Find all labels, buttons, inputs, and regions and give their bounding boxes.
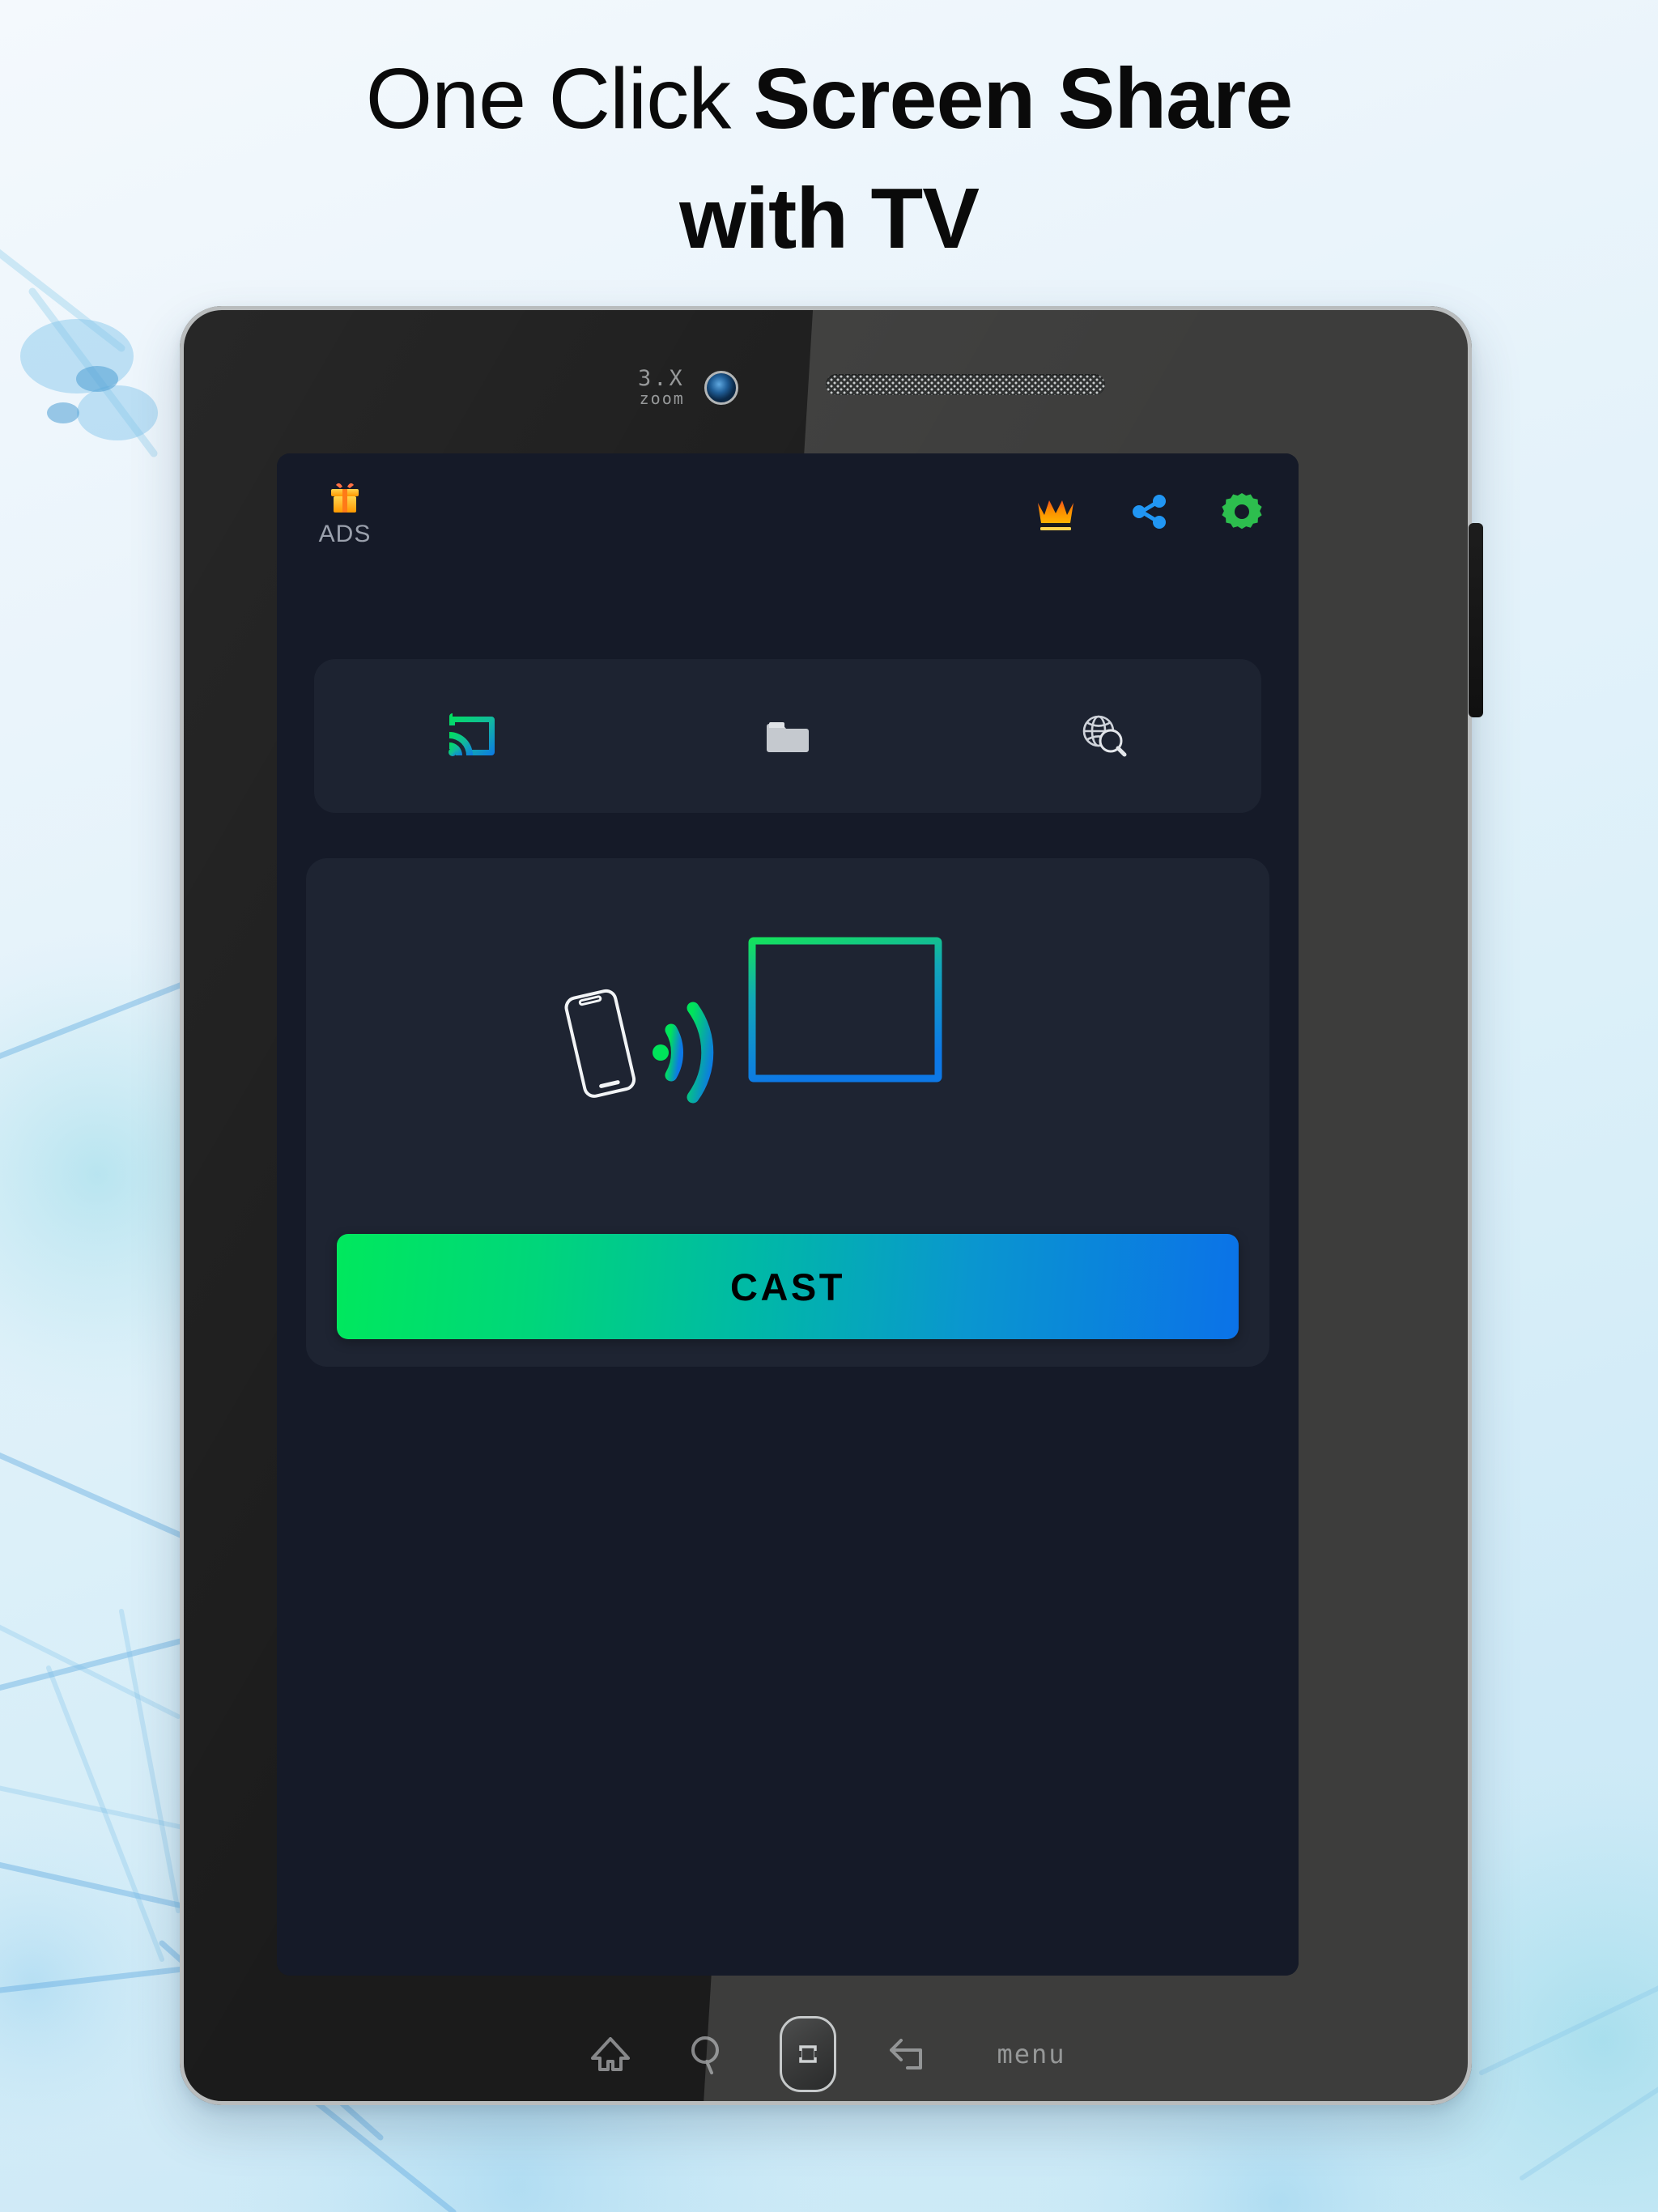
folder-icon — [767, 722, 809, 752]
share-icon — [1133, 494, 1166, 529]
tablet-bottom-navbar: menu — [180, 2002, 1472, 2105]
mode-tab-strip — [314, 659, 1261, 813]
screen-cast-icon — [449, 713, 495, 756]
tablet-device-mockup: 3.X zoom ADS CAST menu — [180, 306, 1483, 2105]
crown-icon — [1038, 500, 1073, 530]
menu-label[interactable]: menu — [997, 2039, 1065, 2069]
tab-screen-mirror[interactable] — [314, 659, 630, 813]
headline-line1-bold: Screen Share — [753, 51, 1294, 147]
settings-button[interactable] — [1219, 489, 1265, 538]
tablet-top-bezel: 3.X zoom — [180, 306, 1472, 460]
app-bar-actions — [1033, 489, 1265, 538]
zoom-badge-sub: zoom — [639, 389, 685, 409]
promo-screenshot-page: One Click Screen Share with TV 3.X zoom — [0, 0, 1658, 2212]
tab-web-browse[interactable] — [946, 659, 1261, 813]
recents-square-icon[interactable] — [780, 2015, 837, 2092]
recents-square-glyph — [797, 2044, 819, 2063]
cast-card: CAST — [306, 858, 1269, 1367]
share-button[interactable] — [1127, 490, 1171, 538]
cast-button-label: CAST — [730, 1265, 845, 1308]
app-top-bar: ADS — [277, 453, 1299, 573]
tablet-screen: ADS CAST — [277, 453, 1299, 1976]
cast-button[interactable]: CAST — [337, 1234, 1239, 1339]
tab-media-files[interactable] — [630, 659, 946, 813]
back-arrow-icon[interactable] — [883, 2029, 933, 2079]
page-title: One Click Screen Share with TV — [0, 39, 1658, 279]
premium-crown-button[interactable] — [1033, 489, 1078, 538]
power-button[interactable] — [1469, 523, 1483, 717]
speaker-grille-icon — [826, 374, 1105, 395]
gear-icon — [1222, 492, 1262, 529]
phone-to-tv-cast-illustration — [564, 937, 942, 1112]
globe-search-icon — [1082, 715, 1127, 757]
zoom-badge: 3.X zoom — [638, 366, 685, 409]
headline-line1-regular: One Click — [365, 51, 754, 147]
camera-lens-icon — [704, 371, 738, 405]
zoom-badge-main: 3.X — [638, 366, 685, 391]
search-icon[interactable] — [682, 2029, 733, 2079]
headline-line2: with TV — [679, 171, 980, 267]
ads-label: ADS — [318, 521, 372, 547]
gift-icon — [331, 483, 359, 513]
screen-mirror-app: ADS CAST — [277, 453, 1299, 1976]
home-icon[interactable] — [585, 2029, 636, 2079]
ads-reward-button[interactable]: ADS — [306, 479, 384, 548]
